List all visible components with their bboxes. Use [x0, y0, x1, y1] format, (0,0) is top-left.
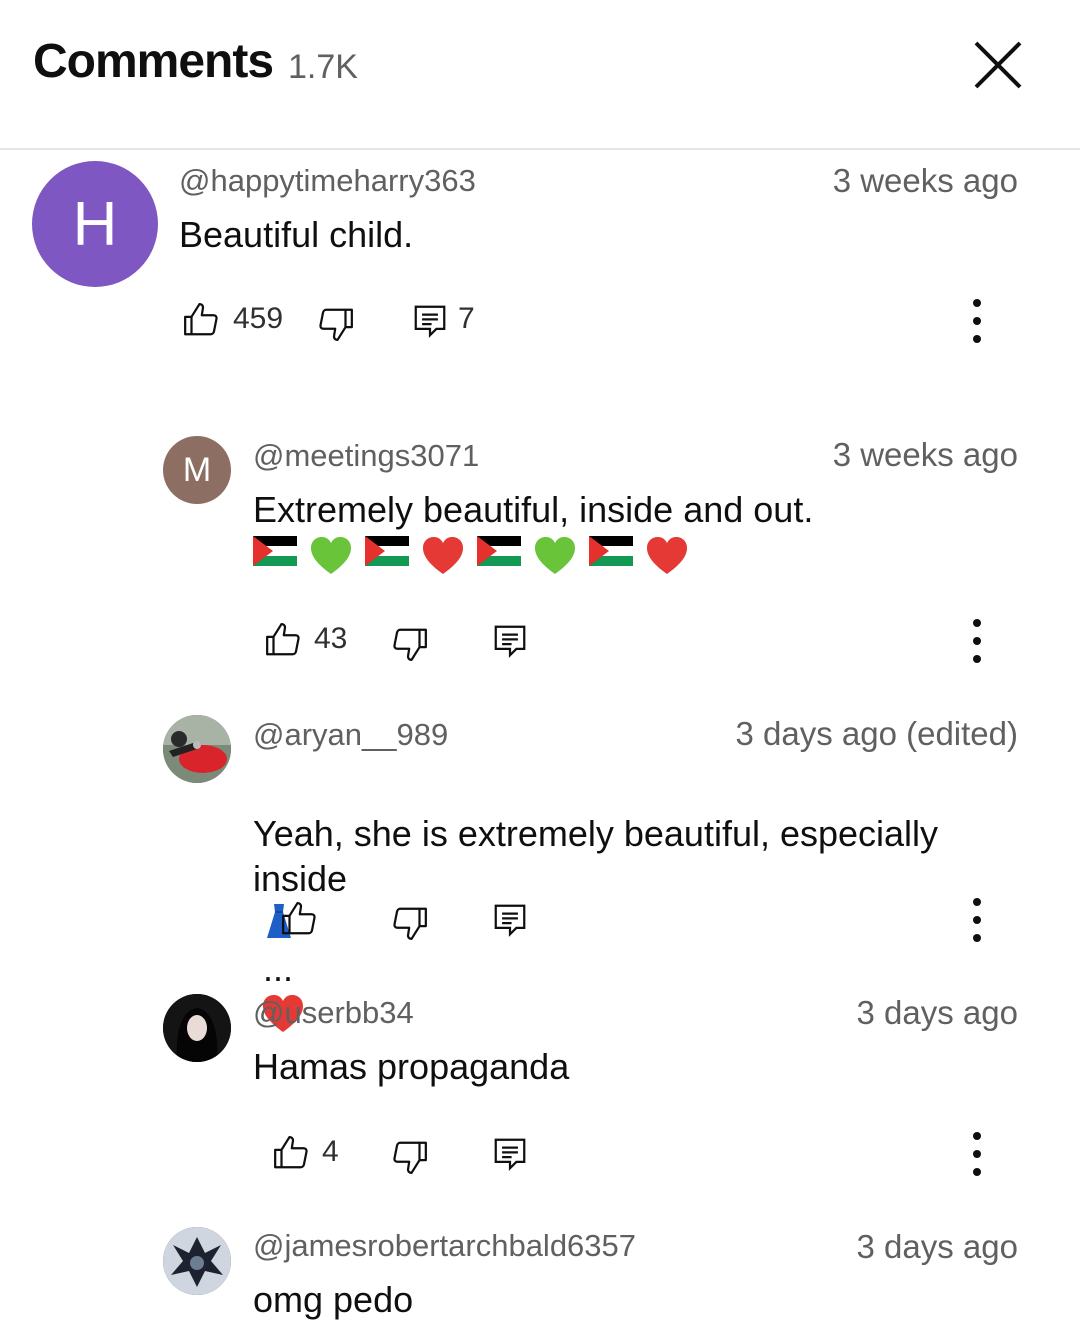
motorcycle-photo-icon: [163, 715, 231, 783]
green-heart-icon: [311, 537, 351, 574]
reply-icon[interactable]: [491, 1135, 529, 1173]
emoji-row: [253, 536, 689, 576]
avatar-letter: M: [182, 450, 212, 489]
dislike-icon[interactable]: [317, 305, 355, 343]
comment-time: 3 days ago: [856, 1228, 1018, 1265]
user-photo-icon: [163, 1227, 231, 1295]
avatar[interactable]: H: [32, 161, 158, 287]
red-heart-icon: [647, 537, 687, 574]
panel-title: Comments: [33, 35, 274, 88]
comment-time: 3 days ago: [856, 994, 1018, 1031]
palestine-flag-icon: [477, 536, 521, 566]
comment-text: omg pedo: [253, 1279, 414, 1320]
more-options-icon[interactable]: [967, 897, 987, 943]
comment-author[interactable]: @userbb34: [253, 995, 414, 1031]
more-options-icon[interactable]: [967, 618, 987, 664]
user-photo-icon: [163, 994, 231, 1062]
palestine-flag-icon: [253, 536, 297, 566]
comment-author[interactable]: @happytimeharry363: [179, 163, 476, 199]
comment-time: 3 weeks ago: [832, 162, 1018, 199]
comment-author[interactable]: @meetings3071: [253, 438, 479, 474]
like-count: 4: [322, 1135, 339, 1168]
more-options-icon[interactable]: [967, 298, 987, 344]
comment-actions: [0, 895, 1080, 945]
avatar[interactable]: [163, 715, 231, 783]
reply-icon[interactable]: [491, 901, 529, 939]
comment-actions: 43: [0, 616, 1080, 666]
comment-actions: 4: [0, 1129, 1080, 1179]
like-icon[interactable]: [264, 621, 302, 659]
reply-item: M @meetings3071 3 weeks ago Extremely be…: [0, 420, 1080, 680]
dislike-icon[interactable]: [391, 1138, 429, 1176]
reply-icon[interactable]: [411, 302, 449, 340]
comment-time: 3 days ago (edited): [735, 715, 1018, 752]
like-count: 43: [314, 622, 348, 655]
comment-actions: 459 7: [0, 296, 1080, 346]
reply-item: @aryan__989 3 days ago (edited) Yeah, sh…: [0, 700, 1080, 1032]
comment-count: 1.7K: [288, 48, 358, 86]
avatar[interactable]: [163, 1227, 231, 1295]
red-heart-icon: [423, 537, 463, 574]
comments-header: Comments 1.7K: [0, 0, 1080, 150]
comment-author[interactable]: @jamesrobertarchbald6357: [253, 1228, 636, 1264]
reply-count: 7: [458, 302, 475, 335]
comment-item: H @happytimeharry363 3 weeks ago Beautif…: [0, 150, 1080, 410]
like-icon[interactable]: [280, 900, 318, 938]
like-icon[interactable]: [272, 1134, 310, 1172]
palestine-flag-icon: [365, 536, 409, 566]
comment-text: Extremely beautiful, inside and out.: [253, 489, 814, 530]
reply-icon[interactable]: [491, 622, 529, 660]
avatar-letter: H: [72, 189, 118, 259]
reply-item: @userbb34 3 days ago Hamas propaganda 4: [0, 980, 1080, 1200]
comment-author[interactable]: @aryan__989: [253, 717, 448, 753]
comment-text: Beautiful child.: [179, 214, 414, 255]
comment-time: 3 weeks ago: [832, 436, 1018, 473]
close-icon[interactable]: [968, 35, 1028, 95]
palestine-flag-icon: [589, 536, 633, 566]
reply-item: @jamesrobertarchbald6357 3 days ago omg …: [0, 1215, 1080, 1341]
comment-text: Hamas propaganda: [253, 1046, 570, 1087]
green-heart-icon: [535, 537, 575, 574]
like-icon[interactable]: [182, 301, 220, 339]
comment-text-body: Yeah, she is extremely beautiful, especi…: [253, 813, 939, 899]
dislike-icon[interactable]: [391, 904, 429, 942]
like-count: 459: [233, 302, 284, 335]
dislike-icon[interactable]: [391, 625, 429, 663]
more-options-icon[interactable]: [967, 1131, 987, 1177]
avatar[interactable]: M: [163, 436, 231, 504]
avatar[interactable]: [163, 994, 231, 1062]
